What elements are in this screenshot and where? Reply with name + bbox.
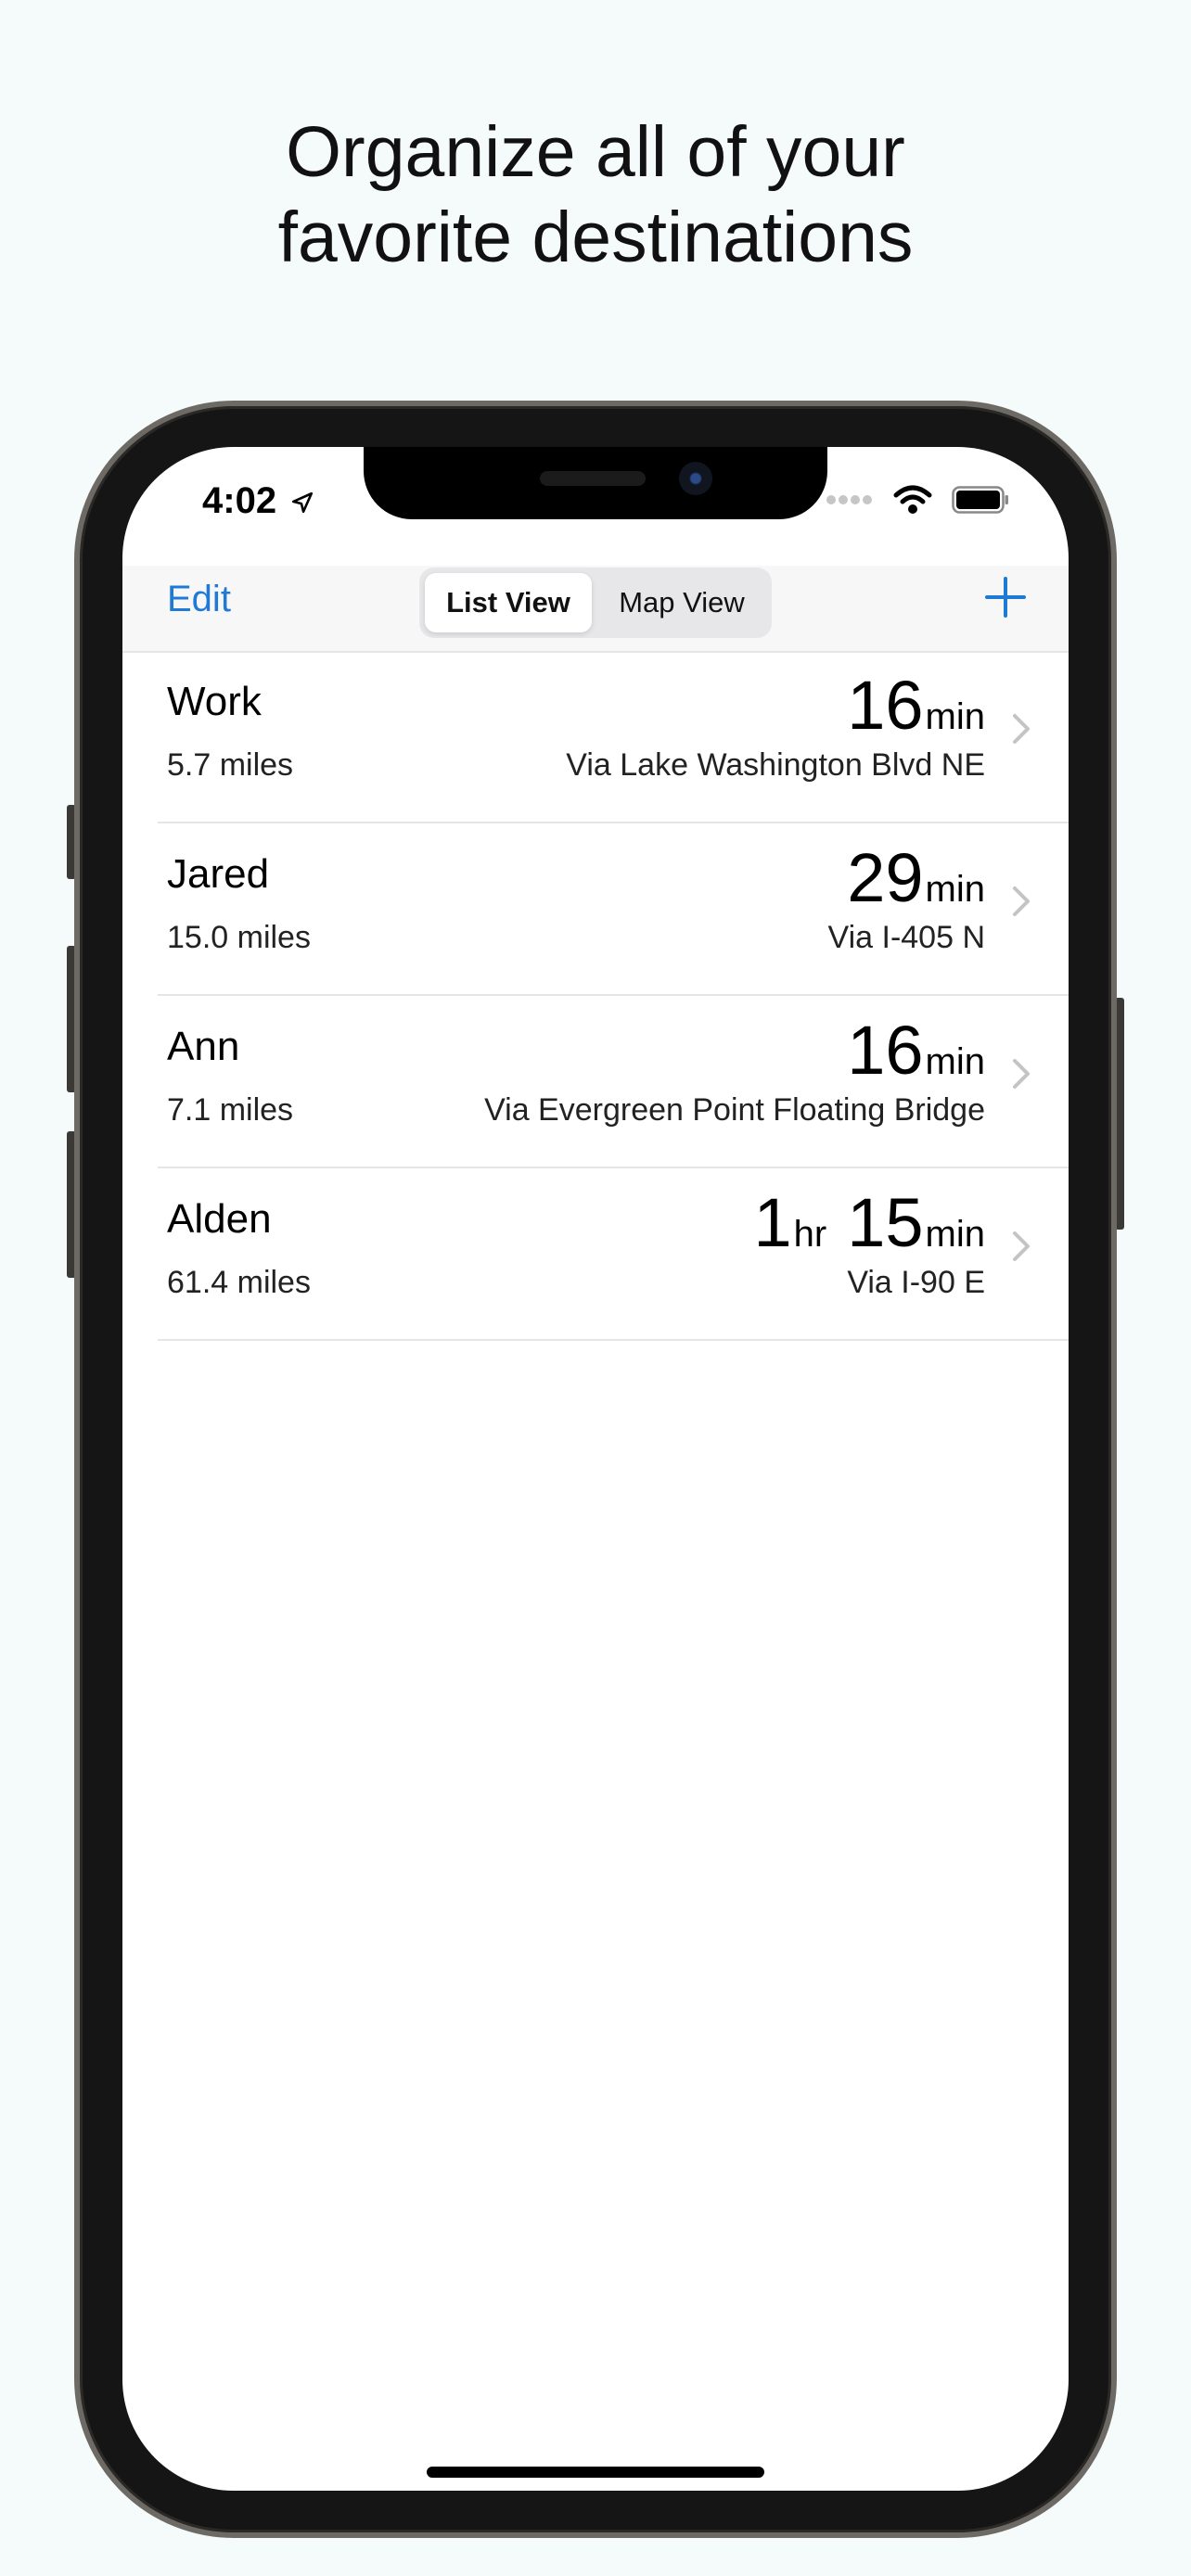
eta-minutes-unit: min (925, 1041, 985, 1082)
battery-icon (952, 486, 1008, 514)
destination-list: Work 5.7 miles 16min Via Lake Washington… (122, 651, 1069, 1341)
route-via: Via Lake Washington Blvd NE (566, 747, 985, 783)
edit-button[interactable]: Edit (167, 579, 231, 620)
signal-dots-icon (826, 495, 872, 504)
speaker-grille (540, 471, 646, 486)
segment-list-view[interactable]: List View (425, 573, 592, 632)
phone-screen: 4:02 Edit List View Map View Work 5.7 mi… (122, 447, 1069, 2491)
route-via: Via I-405 N (827, 920, 985, 955)
status-icons (826, 484, 1009, 516)
marketing-headline: Organize all of your favorite destinatio… (0, 109, 1191, 280)
wifi-icon (893, 485, 932, 514)
destination-name: Work (167, 679, 262, 724)
destination-name: Alden (167, 1196, 272, 1242)
eta-minutes-unit: min (925, 696, 985, 737)
destination-row[interactable]: Work 5.7 miles 16min Via Lake Washington… (158, 651, 1069, 823)
route-via: Via Evergreen Point Floating Bridge (484, 1092, 985, 1128)
eta-hours-unit: hr (793, 1214, 827, 1255)
status-time: 4:02 (202, 480, 314, 522)
destination-row[interactable]: Alden 61.4 miles 1hr 15min Via I-90 E (158, 1168, 1069, 1341)
headline-line-1: Organize all of your (286, 112, 905, 192)
eta-minutes: 15 (847, 1184, 924, 1261)
eta: 16min (847, 1011, 985, 1090)
chevron-right-icon (1013, 1231, 1030, 1261)
destination-distance: 15.0 miles (167, 920, 311, 955)
navigation-bar: Edit List View Map View (122, 566, 1069, 653)
chevron-right-icon (1013, 1059, 1030, 1089)
route-via: Via I-90 E (847, 1265, 985, 1300)
destination-distance: 61.4 miles (167, 1265, 311, 1300)
eta: 16min (847, 666, 985, 745)
eta-minutes-unit: min (925, 869, 985, 910)
eta-minutes: 16 (847, 1012, 924, 1089)
add-destination-button[interactable] (983, 575, 1028, 624)
eta-minutes: 29 (847, 839, 924, 916)
destination-row[interactable]: Ann 7.1 miles 16min Via Evergreen Point … (158, 996, 1069, 1168)
eta: 1hr 15min (754, 1183, 986, 1262)
segment-map-view[interactable]: Map View (596, 573, 768, 632)
destination-distance: 5.7 miles (167, 747, 294, 783)
plus-icon (985, 577, 1026, 618)
destination-name: Jared (167, 851, 270, 897)
front-camera (679, 462, 712, 495)
chevron-right-icon (1013, 714, 1030, 744)
eta-minutes: 16 (847, 667, 924, 744)
destination-row[interactable]: Jared 15.0 miles 29min Via I-405 N (158, 823, 1069, 996)
eta: 29min (847, 838, 985, 917)
home-indicator[interactable] (427, 2467, 764, 2478)
eta-minutes-unit: min (925, 1214, 985, 1255)
eta-hours: 1 (753, 1184, 792, 1261)
headline-line-2: favorite destinations (277, 198, 914, 277)
notch (364, 447, 827, 519)
chevron-right-icon (1013, 886, 1030, 916)
destination-name: Ann (167, 1024, 240, 1069)
destination-distance: 7.1 miles (167, 1092, 294, 1128)
location-arrow-icon (292, 492, 314, 514)
view-segmented-control: List View Map View (419, 567, 772, 638)
